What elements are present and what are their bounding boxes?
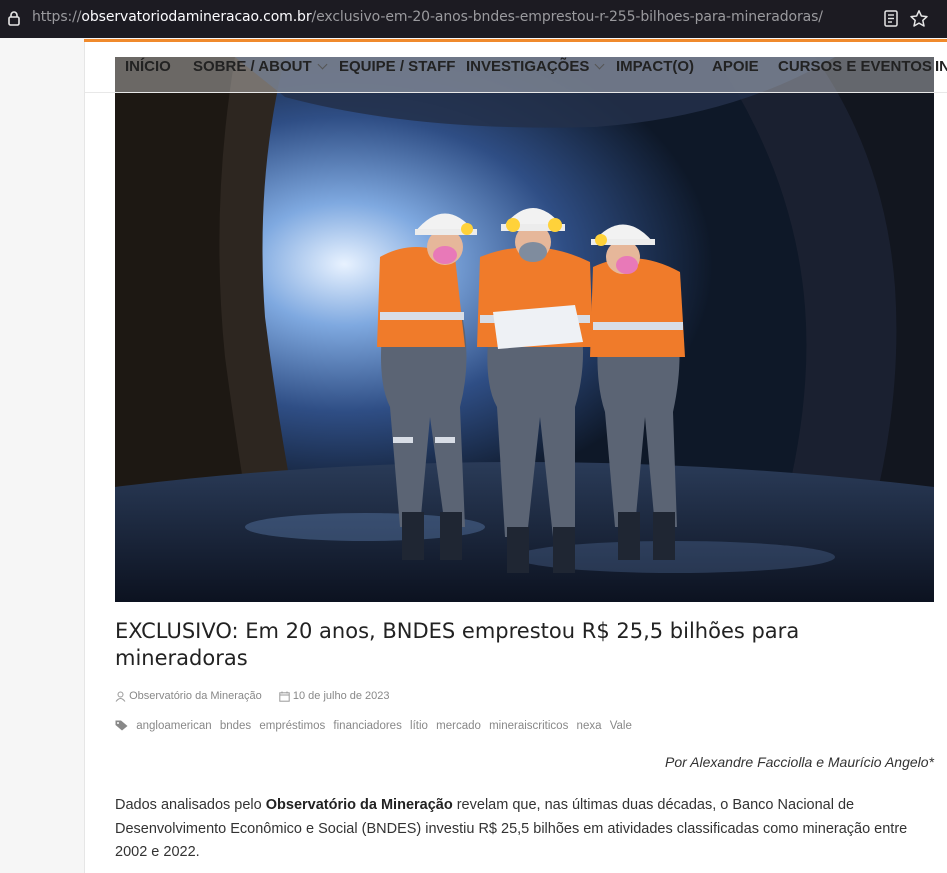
article-paragraph: Dados analisados pelo Observatório da Mi… [115,794,915,865]
nav-label: APOIE [712,58,759,75]
tag-icon [115,720,128,731]
paragraph-text: Dados analisados pelo [115,797,266,813]
nav-item-apoie[interactable]: APOIE [712,58,759,75]
nav-item-inicio[interactable]: INÍCIO [125,58,171,75]
url-scheme: https:// [32,9,82,25]
tag-link[interactable]: Vale [610,720,632,732]
nav-item-equipe[interactable]: EQUIPE / STAFF [339,58,455,75]
nav-item-cursos[interactable]: CURSOS E EVENTOS [778,58,932,75]
nav-label: CURSOS E EVENTOS [778,58,932,75]
url-path: /exclusivo-em-20-anos-bndes-emprestou-r-… [311,9,823,25]
user-icon [115,691,126,702]
miners-photo [115,57,934,602]
nav-label: EQUIPE / STAFF [339,58,456,75]
address-bar[interactable]: https://observatoriodamineracao.com.br/e… [32,9,823,25]
tag-link[interactable]: bndes [220,720,251,732]
page-content: INÍCIO SOBRE / ABOUT EQUIPE / STAFF INVE… [84,42,947,873]
nav-label: INÍCIO [125,58,171,75]
hero-image [115,57,934,602]
nav-label: IMPACT(O) [616,58,695,75]
nav-label: IN [935,58,947,75]
reader-view-icon[interactable] [884,10,898,27]
lock-icon[interactable] [7,10,21,26]
tag-link[interactable]: lítio [410,720,428,732]
tag-link[interactable]: empréstimos [259,720,325,732]
tag-link[interactable]: mineraiscriticos [489,720,568,732]
bookmark-star-icon[interactable] [909,9,929,29]
tag-list: angloamerican bndes empréstimos financia… [115,720,637,732]
nav-item-overflow[interactable]: IN [935,58,947,75]
nav-item-sobre[interactable]: SOBRE / ABOUT [193,58,328,75]
nav-label: INVESTIGAÇÕES [466,58,590,75]
author-link[interactable]: Observatório da Mineração [129,690,262,702]
post-date[interactable]: 10 de julho de 2023 [293,690,390,702]
browser-toolbar: https://observatoriodamineracao.com.br/e… [0,0,947,38]
nav-label: SOBRE / ABOUT [193,58,312,75]
tag-link[interactable]: nexa [577,720,602,732]
chevron-down-icon [594,59,605,70]
url-host: observatoriodamineracao.com.br [81,9,312,25]
nav-item-investigacoes[interactable]: INVESTIGAÇÕES [466,58,605,75]
article-byline: Por Alexandre Facciolla e Maurício Angel… [665,754,934,770]
tag-link[interactable]: financiadores [333,720,401,732]
article-meta: Observatório da Mineração 10 de julho de… [115,690,390,702]
tag-link[interactable]: mercado [436,720,481,732]
main-nav: INÍCIO SOBRE / ABOUT EQUIPE / STAFF INVE… [85,42,947,93]
nav-item-impacto[interactable]: IMPACT(O) [616,58,694,75]
chevron-down-icon [317,59,328,70]
article-title: EXCLUSIVO: Em 20 anos, BNDES emprestou R… [115,619,800,670]
calendar-icon [279,691,290,702]
tag-link[interactable]: angloamerican [136,720,211,732]
paragraph-bold: Observatório da Mineração [265,797,453,813]
